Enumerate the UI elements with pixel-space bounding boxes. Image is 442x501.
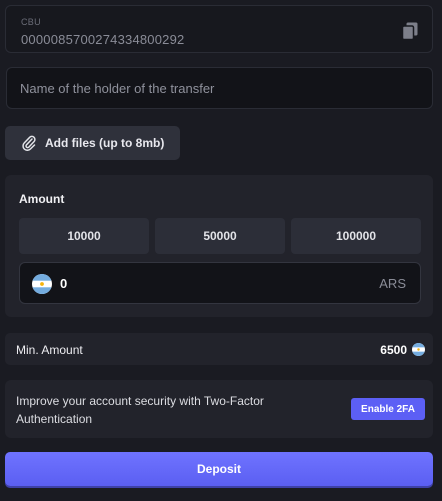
two-factor-message: Improve your account security with Two-F…: [16, 394, 264, 426]
add-files-button[interactable]: Add files (up to 8mb): [5, 126, 180, 160]
add-files-label: Add files (up to 8mb): [45, 136, 165, 150]
copy-icon[interactable]: [402, 22, 418, 40]
amount-panel: Amount 10000 50000 100000 ARS: [5, 175, 433, 317]
min-amount-label: Min. Amount: [16, 343, 83, 357]
enable-2fa-button[interactable]: Enable 2FA: [351, 398, 425, 420]
two-factor-banner: Improve your account security with Two-F…: [5, 380, 433, 438]
min-amount-row: Min. Amount 6500: [5, 333, 433, 365]
amount-field[interactable]: ARS: [19, 262, 421, 304]
preset-amount-button[interactable]: 50000: [155, 218, 285, 254]
currency-label: ARS: [379, 276, 406, 291]
argentina-flag-icon: [412, 343, 425, 356]
holder-name-field[interactable]: [6, 67, 433, 109]
cbu-label: CBU: [21, 17, 41, 27]
deposit-button[interactable]: Deposit: [5, 452, 433, 486]
argentina-flag-icon: [32, 274, 52, 294]
paperclip-icon: [22, 135, 36, 151]
preset-amount-button[interactable]: 100000: [291, 218, 421, 254]
amount-input[interactable]: [60, 263, 340, 303]
cbu-field: CBU 0000085700274334800292: [5, 5, 433, 53]
cbu-value: 0000085700274334800292: [21, 32, 185, 47]
min-amount-value: 6500: [380, 343, 407, 357]
holder-name-input[interactable]: [7, 68, 432, 108]
amount-title: Amount: [19, 192, 65, 206]
preset-amount-button[interactable]: 10000: [19, 218, 149, 254]
